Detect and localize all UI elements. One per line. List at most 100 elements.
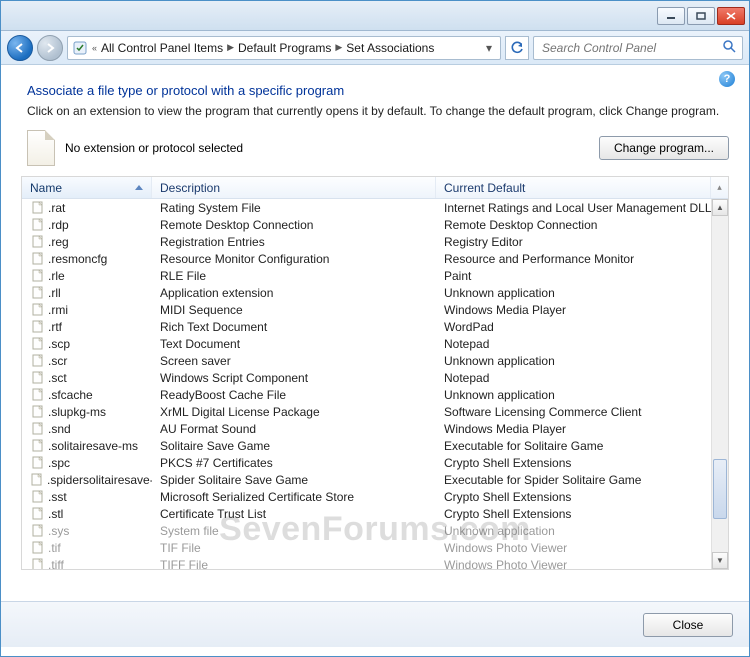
- cell-default: Remote Desktop Connection: [436, 218, 728, 232]
- breadcrumb-item[interactable]: All Control Panel Items: [101, 41, 223, 55]
- file-type-icon: [30, 286, 44, 300]
- minimize-button[interactable]: [657, 7, 685, 25]
- cell-default: Notepad: [436, 337, 728, 351]
- table-row[interactable]: .spidersolitairesave-msSpider Solitaire …: [22, 471, 728, 488]
- file-type-icon: [30, 371, 44, 385]
- table-row[interactable]: .scrScreen saverUnknown application: [22, 352, 728, 369]
- scrollbar[interactable]: ▲ ▼: [711, 199, 728, 569]
- scroll-thumb[interactable]: [713, 459, 727, 519]
- table-row[interactable]: .sstMicrosoft Serialized Certificate Sto…: [22, 488, 728, 505]
- extension-label: .rll: [48, 286, 61, 300]
- cell-name: .sst: [22, 490, 152, 504]
- table-row[interactable]: .slupkg-msXrML Digital License PackageSo…: [22, 403, 728, 420]
- address-bar[interactable]: « All Control Panel Items ▶ Default Prog…: [67, 36, 501, 60]
- table-row[interactable]: .sfcacheReadyBoost Cache FileUnknown app…: [22, 386, 728, 403]
- back-button[interactable]: [7, 35, 33, 61]
- scroll-down-button[interactable]: ▼: [712, 552, 728, 569]
- cell-name: .rdp: [22, 218, 152, 232]
- file-type-icon: [30, 558, 44, 570]
- associations-table: Name Description Current Default ▴ .rat R…: [21, 176, 729, 570]
- table-row[interactable]: .stlCertificate Trust ListCrypto Shell E…: [22, 505, 728, 522]
- extension-label: .stl: [48, 507, 63, 521]
- table-body: .rat Rating System FileInternet Ratings a…: [22, 199, 728, 569]
- cell-default: Windows Media Player: [436, 303, 728, 317]
- search-icon: [722, 39, 736, 56]
- cell-name: .reg: [22, 235, 152, 249]
- scroll-up-button[interactable]: ▲: [712, 199, 728, 216]
- extension-label: .snd: [48, 422, 71, 436]
- maximize-button[interactable]: [687, 7, 715, 25]
- cell-name: .stl: [22, 507, 152, 521]
- cell-description: Windows Script Component: [152, 371, 436, 385]
- document-icon: [27, 130, 55, 166]
- file-type-icon: [30, 439, 44, 453]
- cell-description: Remote Desktop Connection: [152, 218, 436, 232]
- cell-name: .rmi: [22, 303, 152, 317]
- extension-label: .rat: [48, 201, 65, 215]
- cell-description: Rating System File: [152, 201, 436, 215]
- cell-name: .tif: [22, 541, 152, 555]
- table-row[interactable]: .tiffTIFF FileWindows Photo Viewer: [22, 556, 728, 569]
- extension-label: .spc: [48, 456, 70, 470]
- refresh-button[interactable]: [505, 36, 529, 60]
- table-row[interactable]: .scp Text DocumentNotepad: [22, 335, 728, 352]
- selection-text: No extension or protocol selected: [65, 141, 243, 155]
- table-row[interactable]: .rleRLE FilePaint: [22, 267, 728, 284]
- cell-name: .spidersolitairesave-ms: [22, 473, 152, 487]
- cell-name: .rtf: [22, 320, 152, 334]
- table-row[interactable]: .sysSystem fileUnknown application: [22, 522, 728, 539]
- column-header-label: Name: [30, 181, 62, 195]
- breadcrumb-item[interactable]: Set Associations: [346, 41, 434, 55]
- table-row[interactable]: .tifTIF FileWindows Photo Viewer: [22, 539, 728, 556]
- cell-description: TIF File: [152, 541, 436, 555]
- page-instructions: Click on an extension to view the progra…: [27, 104, 729, 118]
- column-header-label: Description: [160, 181, 220, 195]
- extension-label: .scp: [48, 337, 70, 351]
- column-header-name[interactable]: Name: [22, 177, 152, 198]
- table-row[interactable]: .rat Rating System FileInternet Ratings a…: [22, 199, 728, 216]
- cell-default: Executable for Spider Solitaire Game: [436, 473, 728, 487]
- close-window-button[interactable]: [717, 7, 745, 25]
- cell-default: Unknown application: [436, 524, 728, 538]
- cell-description: Solitaire Save Game: [152, 439, 436, 453]
- chevron-right-icon: ▶: [227, 42, 234, 53]
- file-type-icon: [30, 388, 44, 402]
- cell-default: Windows Photo Viewer: [436, 558, 728, 570]
- extension-label: .rdp: [48, 218, 69, 232]
- breadcrumb-item[interactable]: Default Programs: [238, 41, 331, 55]
- window-titlebar: [1, 1, 749, 31]
- table-row[interactable]: .solitairesave-msSolitaire Save GameExec…: [22, 437, 728, 454]
- table-row[interactable]: .resmoncfgResource Monitor Configuration…: [22, 250, 728, 267]
- address-dropdown[interactable]: ▾: [482, 41, 496, 55]
- change-program-button[interactable]: Change program...: [599, 136, 729, 160]
- table-row[interactable]: .sndAU Format SoundWindows Media Player: [22, 420, 728, 437]
- search-input[interactable]: [540, 40, 722, 56]
- file-type-icon: [30, 269, 44, 283]
- cell-name: .scp: [22, 337, 152, 351]
- close-button[interactable]: Close: [643, 613, 733, 637]
- cell-description: TIFF File: [152, 558, 436, 570]
- table-row[interactable]: .sctWindows Script ComponentNotepad: [22, 369, 728, 386]
- page-title: Associate a file type or protocol with a…: [27, 83, 729, 98]
- table-row[interactable]: .regRegistration EntriesRegistry Editor: [22, 233, 728, 250]
- breadcrumb-prefix-icon: «: [92, 43, 97, 53]
- column-header-description[interactable]: Description: [152, 177, 436, 198]
- cell-description: Text Document: [152, 337, 436, 351]
- search-box[interactable]: [533, 36, 743, 60]
- table-row[interactable]: .spcPKCS #7 CertificatesCrypto Shell Ext…: [22, 454, 728, 471]
- help-icon[interactable]: ?: [719, 71, 735, 87]
- table-row[interactable]: .rmiMIDI SequenceWindows Media Player: [22, 301, 728, 318]
- table-row[interactable]: .rllApplication extensionUnknown applica…: [22, 284, 728, 301]
- header-scroll-spacer: ▴: [710, 177, 728, 198]
- file-type-icon: [30, 456, 44, 470]
- cell-name: .scr: [22, 354, 152, 368]
- extension-label: .rmi: [48, 303, 68, 317]
- table-row[interactable]: .rdp Remote Desktop ConnectionRemote Desk…: [22, 216, 728, 233]
- column-header-default[interactable]: Current Default: [436, 177, 710, 198]
- chevron-right-icon: ▶: [335, 42, 342, 53]
- file-type-icon: [30, 422, 44, 436]
- forward-button[interactable]: [37, 35, 63, 61]
- cell-default: Internet Ratings and Local User Manageme…: [436, 201, 728, 215]
- file-type-icon: [30, 337, 44, 351]
- table-row[interactable]: .rtfRich Text DocumentWordPad: [22, 318, 728, 335]
